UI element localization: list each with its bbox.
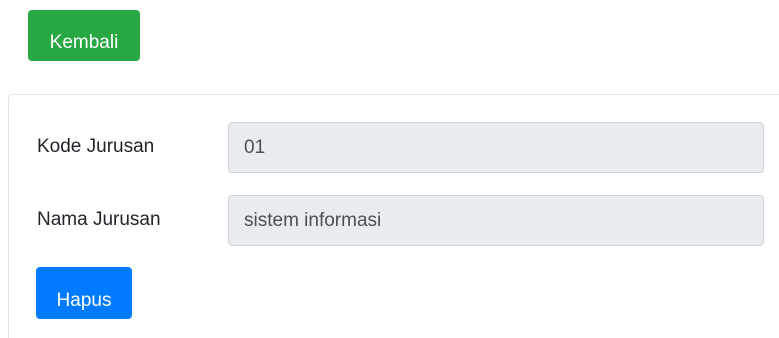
nama-jurusan-label: Nama Jurusan xyxy=(37,209,161,230)
form-card: Kode Jurusan Nama Jurusan Hapus xyxy=(8,94,779,338)
nama-jurusan-field[interactable] xyxy=(228,195,764,246)
page: Kembali Kode Jurusan Nama Jurusan Hapus xyxy=(0,0,779,338)
delete-button[interactable]: Hapus xyxy=(36,267,132,319)
kode-jurusan-label: Kode Jurusan xyxy=(37,136,155,157)
kode-jurusan-field[interactable] xyxy=(228,122,764,173)
back-button[interactable]: Kembali xyxy=(28,10,140,61)
